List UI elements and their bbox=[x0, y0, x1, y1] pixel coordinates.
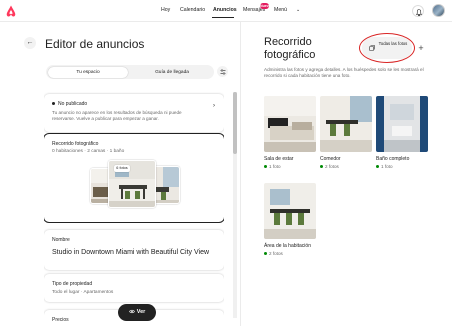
notifications-button[interactable] bbox=[412, 5, 424, 17]
tab-arrival-guide[interactable]: Guía de llegada bbox=[132, 67, 212, 78]
room-photo bbox=[320, 96, 372, 152]
view-button[interactable]: Ver bbox=[118, 304, 156, 321]
room-tile[interactable]: Área de la habitación 2 fotos bbox=[264, 183, 316, 261]
photo-tour-description: Administra las fotos y agrega detalles. … bbox=[264, 67, 424, 78]
photo-tour-title: Recorrido fotográfico bbox=[52, 141, 99, 147]
check-dot-icon bbox=[376, 164, 379, 168]
sliders-icon bbox=[220, 68, 225, 75]
nav-listings[interactable]: Anuncios bbox=[213, 7, 237, 17]
top-bar: Hoy Calendario Anuncios Mensajes Nuevo M… bbox=[0, 0, 452, 22]
room-photo-count: 2 fotos bbox=[320, 164, 339, 169]
name-card[interactable]: Nombre Studio in Downtown Miami with Bea… bbox=[44, 230, 224, 270]
property-type-value: Todo el lugar · Apartamentos bbox=[52, 290, 114, 295]
room-photo-count: 2 fotos bbox=[264, 251, 283, 256]
nav-calendar[interactable]: Calendario bbox=[180, 7, 205, 17]
panel-divider bbox=[240, 22, 241, 326]
plus-icon[interactable]: + bbox=[416, 43, 426, 53]
photo-collage: 6 fotos bbox=[86, 160, 186, 212]
eye-icon bbox=[128, 309, 135, 314]
airbnb-logo-icon[interactable] bbox=[5, 4, 17, 18]
room-name: Sala de estar bbox=[264, 156, 294, 162]
room-tile[interactable]: Sala de estar 1 foto bbox=[264, 96, 316, 172]
property-type-label: Tipo de propiedad bbox=[52, 281, 93, 287]
editor-title: Editor de anuncios bbox=[45, 37, 145, 51]
room-photo-count: 1 foto bbox=[264, 164, 281, 169]
room-photo bbox=[264, 183, 316, 239]
listing-name: Studio in Downtown Miami with Beautiful … bbox=[52, 249, 210, 256]
new-badge: Nuevo bbox=[260, 3, 271, 9]
status-card[interactable]: No publicado › Tu anuncio no aparece en … bbox=[44, 94, 224, 132]
highlight-annotation bbox=[359, 33, 415, 63]
chevron-right-icon: › bbox=[213, 103, 215, 109]
photo-tour-subtitle: 0 habitaciones · 2 camas · 1 baño bbox=[52, 149, 125, 154]
check-dot-icon bbox=[264, 251, 267, 255]
room-tile[interactable]: Baño completo 1 foto bbox=[376, 96, 428, 172]
scrollbar[interactable] bbox=[233, 92, 237, 318]
room-photo-count: 1 foto bbox=[376, 164, 393, 169]
photo-tour-card[interactable]: Recorrido fotográfico 0 habitaciones · 2… bbox=[44, 134, 224, 222]
bell-icon bbox=[416, 8, 422, 16]
prices-label: Precios bbox=[52, 317, 69, 323]
chevron-down-icon[interactable]: ⌄ bbox=[296, 7, 300, 13]
room-photo bbox=[376, 96, 428, 152]
room-name: Baño completo bbox=[376, 156, 410, 162]
avatar[interactable] bbox=[432, 4, 445, 17]
nav-today[interactable]: Hoy bbox=[161, 7, 170, 17]
nav-menu[interactable]: Menú bbox=[274, 7, 287, 17]
settings-button[interactable] bbox=[217, 66, 228, 77]
room-tile[interactable]: Comedor 2 fotos bbox=[320, 96, 372, 172]
photo-count-badge: 6 fotos bbox=[114, 165, 130, 172]
scrollbar-thumb[interactable] bbox=[233, 92, 237, 154]
room-photo bbox=[264, 96, 316, 152]
status-dot-icon bbox=[52, 101, 55, 105]
photo-tour-heading: Recorrido fotográfico bbox=[264, 36, 316, 61]
check-dot-icon bbox=[264, 164, 267, 168]
active-nav-underline bbox=[212, 17, 234, 18]
name-label: Nombre bbox=[52, 237, 70, 243]
status-description: Tu anuncio no aparece en los resultados … bbox=[52, 110, 182, 121]
editor-cards-list[interactable]: No publicado › Tu anuncio no aparece en … bbox=[44, 92, 224, 326]
status-title: No publicado bbox=[52, 101, 87, 107]
check-dot-icon bbox=[320, 164, 323, 168]
editor-tabs: Tu espacio Guía de llegada bbox=[46, 65, 214, 79]
back-arrow-icon[interactable]: ← bbox=[24, 37, 36, 49]
tab-your-space[interactable]: Tu espacio bbox=[48, 66, 128, 78]
room-name: Área de la habitación bbox=[264, 243, 311, 249]
room-name: Comedor bbox=[320, 156, 341, 162]
property-type-card[interactable]: Tipo de propiedad Todo el lugar · Aparta… bbox=[44, 274, 224, 302]
